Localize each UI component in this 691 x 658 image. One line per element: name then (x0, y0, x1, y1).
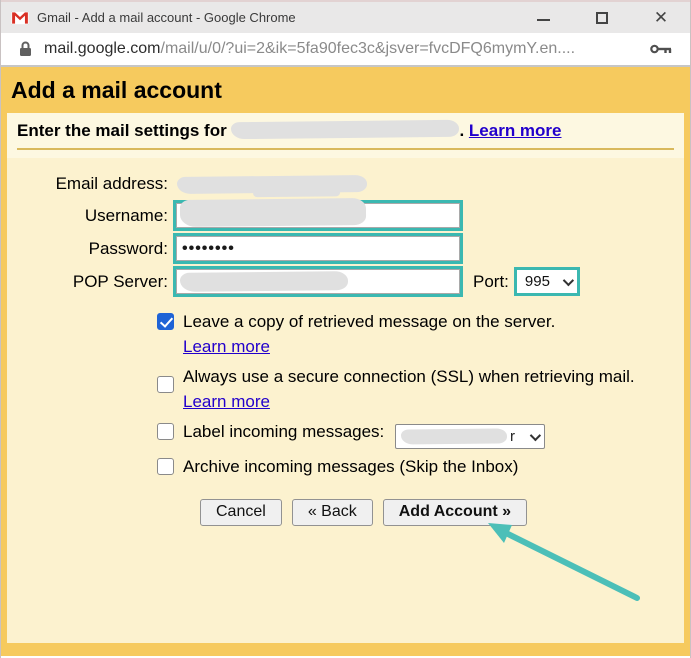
padlock-icon (19, 41, 32, 57)
label-messages-label: Label incoming messages: (183, 422, 384, 441)
window-controls: ✕ (532, 7, 680, 29)
redaction-username-value (180, 198, 366, 227)
back-button[interactable]: « Back (292, 499, 373, 526)
intro-banner: Enter the mail settings for . Learn more (7, 113, 684, 158)
browser-window: Gmail - Add a mail account - Google Chro… (0, 0, 691, 658)
leave-copy-label: Leave a copy of retrieved message on the… (183, 312, 555, 331)
option-row-label-messages: Label incoming messages: r (157, 419, 669, 449)
minimize-icon (537, 19, 550, 21)
dialog-header: Add a mail account (7, 67, 684, 113)
archive-label: Archive incoming messages (Skip the Inbo… (183, 457, 518, 476)
ssl-label: Always use a secure connection (SSL) whe… (183, 367, 635, 386)
label-select[interactable]: r (395, 424, 545, 449)
dialog-body: Email address: Username: Password: •••••… (7, 158, 684, 643)
ssl-learn-more-link[interactable]: Learn more (183, 392, 270, 411)
intro-prefix: Enter the mail settings for (17, 121, 227, 140)
ssl-text: Always use a secure connection (SSL) whe… (183, 364, 669, 414)
password-masked-value: •••••••• (180, 240, 235, 258)
option-row-leave-copy: Leave a copy of retrieved message on the… (157, 309, 669, 359)
pop-server-input[interactable] (173, 266, 463, 297)
maximize-icon (596, 12, 608, 24)
redaction-pop-server-value (180, 271, 348, 292)
username-row: Username: (7, 200, 684, 231)
gmail-popup-page: Add a mail account Enter the mail settin… (1, 67, 690, 656)
label-messages-text: Label incoming messages: r (183, 419, 545, 449)
leave-copy-checkbox[interactable] (157, 313, 174, 330)
minimize-button[interactable] (532, 7, 554, 29)
redaction-email-value (177, 175, 367, 194)
label-messages-checkbox[interactable] (157, 423, 174, 440)
port-label: Port: (473, 272, 514, 292)
gmail-favicon-icon (11, 11, 29, 25)
intro-learn-more-link[interactable]: Learn more (469, 121, 562, 140)
address-bar[interactable]: mail.google.com/mail/u/0/?ui=2&ik=5fa90f… (1, 33, 690, 67)
leave-copy-learn-more-link[interactable]: Learn more (183, 337, 270, 356)
close-button[interactable]: ✕ (650, 7, 672, 29)
options-section: Leave a copy of retrieved message on the… (157, 309, 669, 479)
archive-text: Archive incoming messages (Skip the Inbo… (183, 454, 518, 479)
url-path: /mail/u/0/?ui=2&ik=5fa90fec3c&jsver=fvcD… (161, 40, 576, 57)
password-input[interactable]: •••••••• (173, 233, 463, 264)
add-account-button[interactable]: Add Account » (383, 499, 527, 526)
username-label: Username: (7, 206, 173, 226)
dialog-title: Add a mail account (11, 77, 222, 104)
redaction-label-value (401, 428, 507, 444)
cancel-button[interactable]: Cancel (200, 499, 282, 526)
option-row-archive: Archive incoming messages (Skip the Inbo… (157, 454, 669, 479)
button-row: Cancel « Back Add Account » (200, 499, 684, 526)
pop-server-label: POP Server: (7, 272, 173, 292)
chevron-down-icon (563, 274, 574, 285)
label-visible-fragment: r (510, 424, 515, 449)
ssl-checkbox[interactable] (157, 376, 174, 393)
password-label: Password: (7, 239, 173, 259)
intro-text: Enter the mail settings for . Learn more (17, 121, 674, 141)
chevron-down-icon (530, 429, 541, 440)
key-icon[interactable] (650, 43, 672, 55)
port-group: Port: 995 (473, 267, 580, 296)
leave-copy-text: Leave a copy of retrieved message on the… (183, 309, 555, 359)
banner-divider (17, 148, 674, 150)
pop-server-row: POP Server: Port: 995 (7, 266, 684, 297)
redaction-email-intro (231, 120, 459, 139)
port-selected-value: 995 (525, 273, 550, 290)
username-input[interactable] (173, 200, 463, 231)
intro-dot: . (459, 121, 464, 140)
option-row-ssl: Always use a secure connection (SSL) whe… (157, 364, 669, 414)
email-address-label: Email address: (7, 174, 173, 194)
archive-checkbox[interactable] (157, 458, 174, 475)
port-select[interactable]: 995 (514, 267, 580, 296)
url-host: mail.google.com (44, 40, 161, 57)
maximize-button[interactable] (591, 7, 613, 29)
url-text[interactable]: mail.google.com/mail/u/0/?ui=2&ik=5fa90f… (44, 40, 640, 58)
window-titlebar: Gmail - Add a mail account - Google Chro… (1, 0, 690, 33)
email-address-row: Email address: (7, 174, 684, 194)
password-row: Password: •••••••• (7, 233, 684, 264)
window-title: Gmail - Add a mail account - Google Chro… (37, 10, 532, 25)
